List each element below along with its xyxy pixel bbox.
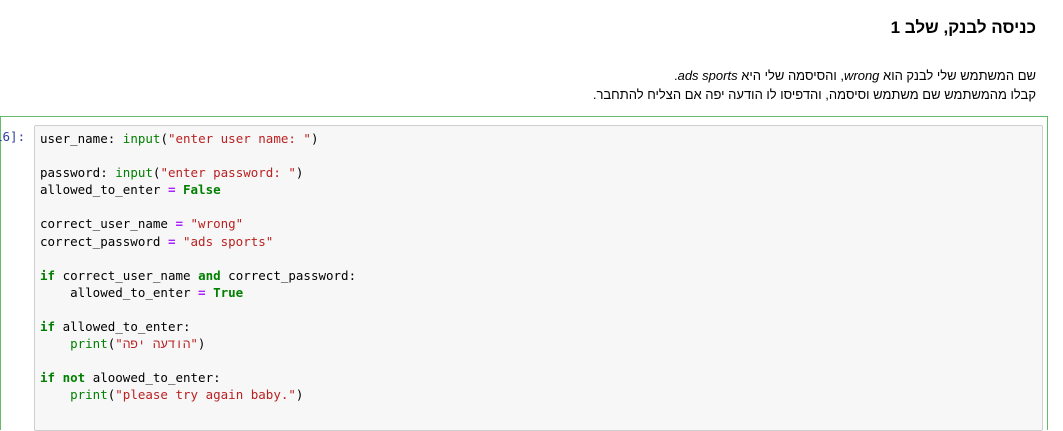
code-builtin-token: print — [70, 387, 108, 403]
code-keyword-token: if — [40, 319, 56, 335]
code-text-token: ) — [295, 165, 304, 181]
code-line: user_name: input("enter user name: ") — [40, 130, 356, 147]
code-string-token: "wrong" — [190, 216, 244, 232]
code-line: correct_password = "ads sports" — [40, 233, 356, 250]
code-string-token: "enter password: " — [160, 165, 296, 181]
code-operator-token: = — [198, 284, 206, 300]
code-keyword-token: True — [213, 284, 244, 300]
code-text-token: ( — [160, 131, 168, 146]
markdown-line-1: שם המשתמש שלי לבנק הוא wrong, והסיסמה של… — [593, 66, 1036, 85]
code-text-token: allowed_to_enter — [40, 182, 168, 198]
code-builtin-token: input — [122, 131, 161, 146]
code-builtin-token: input — [115, 165, 153, 181]
code-text-token: password: — [40, 165, 116, 181]
code-text-token: ) — [295, 387, 304, 403]
code-builtin-token: print — [70, 336, 108, 352]
username-emphasis: wrong — [844, 68, 880, 83]
code-editor[interactable]: user_name: input("enter user name: ") pas… — [34, 125, 1043, 431]
code-text-token: correct_user_name — [55, 267, 199, 283]
code-text-token: correct_password — [40, 233, 168, 249]
code-line: password: input("enter password: ") — [40, 164, 356, 181]
code-keyword-token: and — [198, 267, 221, 283]
code-line: print("please try again baby.") — [40, 386, 356, 403]
code-text-token: allowed_to_enter — [40, 284, 199, 300]
password-emphasis: ads sports — [677, 68, 738, 83]
code-line: if not aloowed_to_enter: — [40, 369, 356, 386]
code-line: allowed_to_enter = False — [40, 181, 356, 198]
code-block[interactable]: user_name: input("enter user name: ") pas… — [40, 130, 356, 404]
markdown-paragraph: שם המשתמש שלי לבנק הוא wrong, והסיסמה של… — [593, 66, 1036, 104]
code-text-token: correct_user_name — [40, 216, 176, 232]
code-operator-token: = — [175, 216, 183, 232]
code-string-token: "enter user name: " — [167, 131, 311, 146]
code-keyword-token: not — [62, 370, 86, 386]
code-line: if correct_user_name and correct_passwor… — [40, 267, 356, 284]
code-cell[interactable]: 16]: user_name: input("enter user name: … — [0, 116, 1048, 431]
code-string-token: "הודעה יפה" — [115, 336, 198, 352]
code-text-token: user_name: — [40, 131, 123, 146]
code-text-token: allowed_to_enter: — [55, 319, 191, 335]
code-text-token: ) — [310, 131, 319, 146]
code-string-token: "ads sports" — [183, 233, 274, 249]
line1-text-middle: , והסיסמה שלי היא — [737, 68, 844, 83]
markdown-cell[interactable]: כניסה לבנק, שלב 1 שם המשתמש שלי לבנק הוא… — [0, 0, 1063, 110]
code-line: print("הודעה יפה") — [40, 335, 356, 352]
code-keyword-token: if — [40, 267, 56, 283]
code-text-token: correct_password: — [220, 267, 357, 283]
input-prompt: 16]: — [0, 129, 26, 144]
code-line: if allowed_to_enter: — [40, 318, 356, 335]
code-line: allowed_to_enter = True — [40, 284, 356, 301]
code-text-token: ) — [197, 336, 206, 352]
code-keyword-token: False — [183, 182, 221, 198]
markdown-heading: כניסה לבנק, שלב 1 — [890, 18, 1036, 37]
line1-text-start: שם המשתמש שלי לבנק הוא — [879, 68, 1036, 83]
code-string-token: "please try again baby." — [115, 387, 296, 403]
markdown-line-2: קבלו מהמשתמש שם משתמש וסיסמה, והדפיסו לו… — [592, 87, 1036, 102]
code-keyword-token: if — [40, 370, 56, 386]
code-line: correct_user_name = "wrong" — [40, 215, 356, 232]
code-text-token: aloowed_to_enter: — [85, 370, 221, 386]
